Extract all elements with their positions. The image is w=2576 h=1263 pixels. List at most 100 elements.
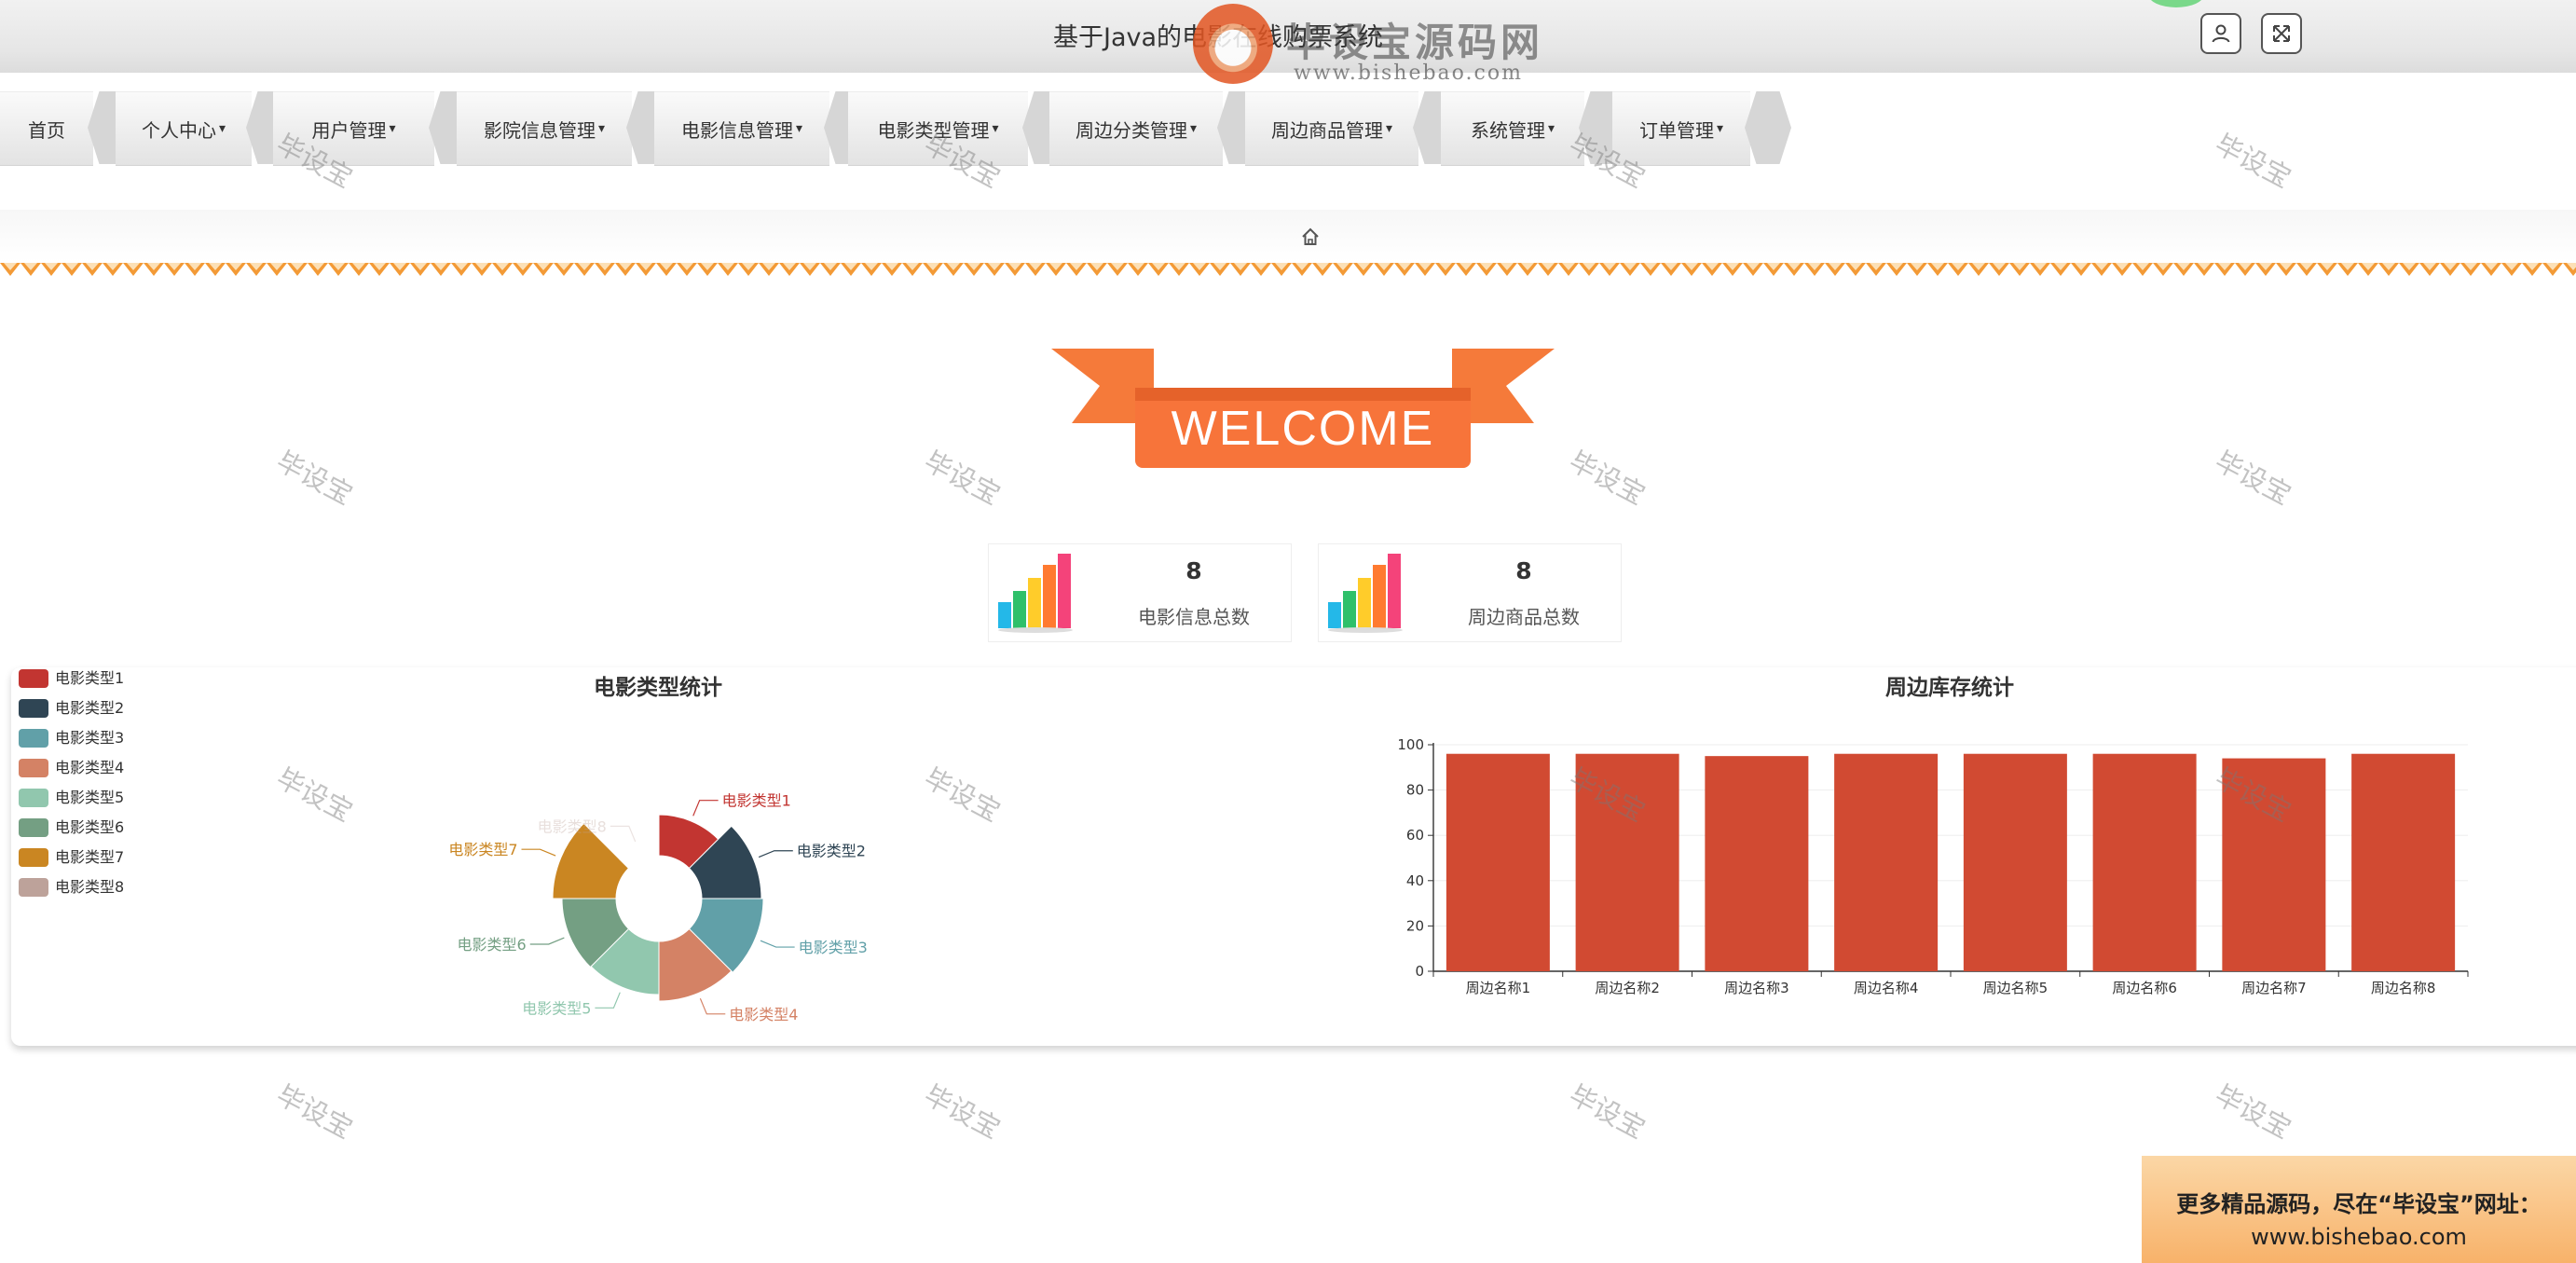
x-tick-label: 周边名称6: [2112, 980, 2177, 996]
logo-text-cn: 毕设宝源码网: [1286, 20, 1544, 65]
nav-item-label: 用户管理: [311, 118, 387, 142]
user-button[interactable]: [2200, 13, 2241, 54]
legend-swatch: [19, 878, 48, 897]
legend-swatch: [19, 699, 48, 718]
fullscreen-button[interactable]: [2261, 13, 2302, 54]
welcome-text: WELCOME: [1172, 402, 1435, 456]
nav-item-profile[interactable]: 个人中心 ▾: [116, 91, 252, 166]
pie-label-line: [521, 848, 556, 857]
pie-label-line: [692, 800, 719, 817]
watermark-text: 毕设宝: [1564, 1078, 1651, 1146]
pie-chart-title: 电影类型统计: [594, 675, 722, 700]
y-tick-label: 0: [1415, 963, 1424, 980]
x-tick-label: 周边名称7: [2241, 980, 2307, 996]
pie-slice-label: 电影类型4: [729, 1006, 798, 1023]
pie-label-line: [595, 992, 621, 1009]
legend-item-label: 电影类型4: [55, 759, 124, 776]
breadcrumb: [0, 210, 2576, 262]
legend-item-label: 电影类型7: [55, 848, 124, 866]
nav-item-movie-info[interactable]: 电影信息管理 ▾: [654, 91, 829, 166]
x-tick-label: 周边名称4: [1854, 980, 1919, 996]
nav-item-home[interactable]: 首页: [0, 91, 93, 166]
x-tick-label: 周边名称8: [2371, 980, 2436, 996]
nav-item-merch-goods[interactable]: 周边商品管理 ▾: [1245, 91, 1418, 166]
main-nav: 首页 个人中心 ▾ 用户管理 ▾ 影院信息管理 ▾ 电影信息管理 ▾ 电影类型管理 ▾ 周边分类管理 ▾…: [0, 91, 1791, 166]
pie-label-line: [760, 940, 795, 948]
legend-swatch: [19, 789, 48, 807]
watermark-text: 毕设宝: [2210, 128, 2296, 195]
charts-canvas: 电影类型统计电影类型1电影类型2电影类型3电影类型4电影类型5电影类型6电影类型…: [19, 669, 2469, 1023]
watermark-text: 毕设宝: [919, 1078, 1006, 1146]
bar: [1446, 753, 1550, 971]
home-icon[interactable]: [1300, 227, 1321, 247]
nav-item-label: 电影类型管理: [877, 118, 990, 142]
legend-swatch: [19, 759, 48, 777]
bar-chart-title: 周边库存统计: [1885, 675, 2014, 700]
nav-item-cinema[interactable]: 影院信息管理 ▾: [457, 91, 632, 166]
nav-item-orders[interactable]: 订单管理 ▾: [1612, 91, 1750, 166]
stat-value-movies: 8: [1185, 557, 1202, 584]
stat-label-movies: 电影信息总数: [1138, 606, 1250, 628]
bar-chart-icon: [998, 554, 1073, 633]
y-tick-label: 60: [1406, 827, 1424, 844]
bar: [2092, 753, 2197, 971]
watermark-logo: 毕设宝源码网 www.bishebao.com: [1193, 4, 1547, 88]
decorative-zigzag-border: [0, 261, 2576, 280]
pie-slice-label: 电影类型7: [448, 841, 517, 858]
caret-down-icon: ▾: [1189, 121, 1198, 136]
logo-text-en: www.bishebao.com: [1294, 62, 1523, 85]
bar: [1834, 753, 1939, 971]
legend-swatch: [19, 848, 48, 867]
legend-swatch: [19, 669, 48, 688]
pie-slice-label: 电影类型8: [538, 817, 607, 835]
nav-item-label: 影院信息管理: [483, 118, 596, 142]
pie-slice-label: 电影类型1: [722, 792, 791, 810]
pie-slice-label: 电影类型3: [799, 939, 868, 956]
title-bar: 基于Java的电影在线购票系统 毕设宝源码网 www.bishebao.com: [0, 0, 2576, 85]
caret-down-icon: ▾: [1385, 121, 1393, 136]
nav-item-label: 周边商品管理: [1270, 118, 1383, 142]
caret-down-icon: ▾: [992, 121, 999, 136]
y-tick-label: 80: [1406, 782, 1424, 799]
y-tick-label: 20: [1406, 917, 1424, 934]
stat-card-goods: 8 周边商品总数: [1318, 543, 1622, 642]
nav-item-users[interactable]: 用户管理 ▾: [273, 91, 434, 166]
watermark-text: 毕设宝: [2210, 445, 2296, 512]
legend-item-label: 电影类型2: [55, 699, 124, 717]
chart-panel: 电影类型统计 电影类型1 电影类型2 电影类型3 电影类型4 电影类型5 电影类型6 电影类型…: [11, 667, 2576, 1046]
y-tick-label: 100: [1397, 736, 1424, 753]
legend-swatch: [19, 818, 48, 837]
nav-item-label: 周边分类管理: [1075, 118, 1187, 142]
x-tick-label: 周边名称1: [1466, 980, 1531, 996]
promo-url[interactable]: www.bishebao.com: [2142, 1224, 2576, 1250]
user-icon: [2212, 24, 2230, 43]
nav-separator: [1745, 91, 1791, 164]
caret-down-icon: ▾: [597, 121, 606, 136]
x-tick-label: 周边名称3: [1724, 980, 1789, 996]
nav-item-merch-category[interactable]: 周边分类管理 ▾: [1049, 91, 1223, 166]
decorative-blob: [2148, 0, 2204, 7]
nav-item-movie-type[interactable]: 电影类型管理 ▾: [848, 91, 1028, 166]
pie-slice-label: 电影类型2: [797, 843, 866, 860]
nav-item-system[interactable]: 系统管理 ▾: [1441, 91, 1584, 166]
legend-swatch: [19, 729, 48, 748]
caret-down-icon: ▾: [1547, 121, 1555, 136]
promo-line-1: 更多精品源码，尽在“毕设宝”网址：: [2176, 1191, 2542, 1217]
nav-item-label: 订单管理: [1638, 118, 1714, 142]
pie-label-line: [610, 825, 637, 843]
nav-item-label: 个人中心: [141, 118, 216, 142]
caret-down-icon: ▾: [218, 121, 226, 136]
legend-item-label: 电影类型3: [55, 729, 124, 747]
promo-banner: 更多精品源码，尽在“毕设宝”网址： www.bishebao.com: [2142, 1156, 2576, 1263]
nav-item-label: 系统管理: [1470, 118, 1545, 142]
watermark-text: 毕设宝: [1564, 445, 1651, 512]
watermark-text: 毕设宝: [271, 445, 358, 512]
legend-item-label: 电影类型5: [55, 789, 124, 806]
pie-label-line: [758, 850, 793, 858]
pie-label-line: [529, 937, 565, 945]
bar: [1963, 753, 2067, 971]
fullscreen-icon: [2273, 25, 2290, 42]
bar: [1575, 753, 1679, 971]
y-tick-label: 40: [1406, 872, 1424, 889]
bar: [2351, 753, 2456, 971]
